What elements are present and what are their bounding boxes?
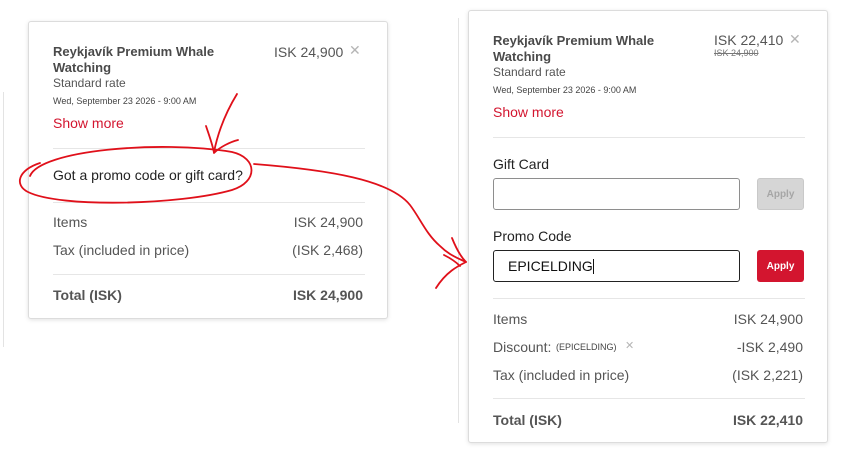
promo-code-apply-button[interactable]: Apply	[757, 250, 804, 282]
divider	[53, 274, 365, 275]
items-label: Items	[53, 214, 88, 230]
show-more-link[interactable]: Show more	[53, 115, 124, 131]
promo-code-input[interactable]: EPICELDING	[493, 250, 740, 282]
gift-card-label: Gift Card	[493, 156, 550, 172]
remove-discount-icon[interactable]: ✕	[625, 339, 634, 352]
close-icon[interactable]: ✕	[789, 31, 801, 48]
product-title: Reykjavík Premium Whale Watching	[493, 33, 655, 64]
order-summary-card-after: Reykjavík Premium Whale Watching ISK 22,…	[468, 10, 828, 443]
tax-label: Tax (included in price)	[493, 367, 630, 383]
divider	[493, 398, 805, 399]
promo-code-toggle[interactable]: Got a promo code or gift card?	[53, 167, 243, 183]
text-caret	[592, 258, 594, 274]
total-value: ISK 22,410	[732, 412, 803, 428]
promo-code-label: Promo Code	[493, 228, 572, 244]
items-label: Items	[493, 311, 528, 327]
tax-label: Tax (included in price)	[53, 242, 190, 258]
booking-date: Wed, September 23 2026 - 9:00 AM	[493, 85, 637, 95]
annotation-arrowhead	[435, 237, 467, 289]
product-price: ISK 24,900	[274, 44, 344, 60]
total-value: ISK 24,900	[292, 287, 363, 303]
rate-label: Standard rate	[53, 76, 126, 90]
product-price: ISK 22,410	[714, 32, 784, 48]
gift-card-apply-button[interactable]: Apply	[757, 178, 804, 210]
discount-code: (EPICELDING)	[556, 342, 617, 352]
close-icon[interactable]: ✕	[349, 42, 361, 59]
gift-card-input[interactable]	[493, 178, 740, 210]
show-more-link[interactable]: Show more	[493, 104, 564, 120]
total-label: Total (ISK)	[53, 287, 122, 303]
discount-value: -ISK 2,490	[736, 339, 803, 355]
original-price: ISK 24,900	[714, 48, 759, 58]
items-value: ISK 24,900	[293, 214, 363, 230]
promo-code-value: EPICELDING	[508, 258, 593, 274]
tax-value: (ISK 2,221)	[732, 367, 803, 383]
order-summary-card-before: Reykjavík Premium Whale Watching ISK 24,…	[28, 21, 388, 319]
divider	[493, 298, 805, 299]
rate-label: Standard rate	[493, 65, 566, 79]
product-title: Reykjavík Premium Whale Watching	[53, 44, 215, 75]
left-edge-divider	[3, 92, 4, 347]
middle-divider	[458, 18, 459, 423]
divider	[53, 202, 365, 203]
tax-value: (ISK 2,468)	[292, 242, 363, 258]
items-value: ISK 24,900	[733, 311, 803, 327]
booking-date: Wed, September 23 2026 - 9:00 AM	[53, 96, 197, 106]
divider	[493, 137, 805, 138]
divider	[53, 148, 365, 149]
total-label: Total (ISK)	[493, 412, 562, 428]
discount-label: Discount:	[493, 339, 552, 355]
